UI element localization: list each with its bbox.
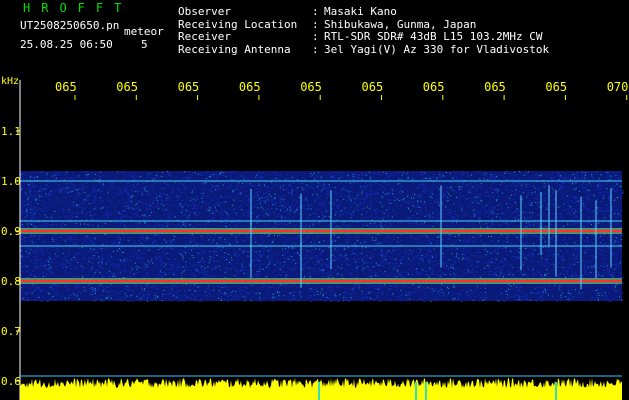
x-tick-label: 065 bbox=[423, 80, 445, 94]
x-tick-label: 065 bbox=[239, 80, 261, 94]
x-tick-label: 065 bbox=[545, 80, 567, 94]
faint-carrier-line bbox=[20, 220, 622, 222]
y-tick-label: 1.0 bbox=[1, 175, 21, 188]
amplitude-fill bbox=[20, 378, 622, 400]
meteor-echo bbox=[580, 196, 582, 290]
y-axis-label: kHz bbox=[1, 76, 19, 87]
amplitude-strip bbox=[20, 375, 622, 400]
amplitude-spike bbox=[555, 382, 557, 400]
x-tick-label: 065 bbox=[362, 80, 384, 94]
x-tick-label: 065 bbox=[178, 80, 200, 94]
faint-carrier-line bbox=[20, 245, 622, 247]
spectrogram-area bbox=[20, 171, 624, 302]
amplitude-spike bbox=[415, 382, 417, 400]
y-tick-label: 1.1 bbox=[1, 125, 21, 138]
amplitude-spike bbox=[425, 382, 427, 400]
spectrogram-chart: 1.1 1.0 0.9 0.8 0.7 0.6 kHz 065 065 065 065 065 065 0… bbox=[1, 76, 629, 400]
meteor-echo bbox=[548, 184, 550, 246]
x-tick-label: 065 bbox=[484, 80, 506, 94]
meteor-echo bbox=[250, 189, 252, 278]
carrier-line bbox=[20, 229, 622, 233]
amplitude-spike bbox=[318, 382, 320, 400]
carrier-line bbox=[20, 279, 622, 283]
meteor-echo bbox=[595, 200, 597, 279]
x-tick-label: 065 bbox=[55, 80, 77, 94]
x-tick-label: 0700 bbox=[607, 80, 629, 94]
y-tick-label: 0.6 bbox=[1, 375, 21, 388]
meteor-echo bbox=[440, 185, 442, 268]
meteor-echo bbox=[520, 195, 522, 271]
meteor-echo bbox=[555, 190, 557, 277]
faint-carrier-line bbox=[20, 180, 622, 182]
x-tick-label: 065 bbox=[116, 80, 138, 94]
meteor-echo bbox=[300, 193, 302, 288]
x-tick-label: 065 bbox=[300, 80, 322, 94]
y-tick-label: 0.7 bbox=[1, 325, 21, 338]
y-tick-label: 0.8 bbox=[1, 275, 21, 288]
meteor-echo bbox=[330, 190, 332, 270]
y-tick-label: 0.9 bbox=[1, 225, 21, 238]
meteor-echo bbox=[610, 188, 612, 268]
meteor-echo bbox=[540, 192, 542, 256]
